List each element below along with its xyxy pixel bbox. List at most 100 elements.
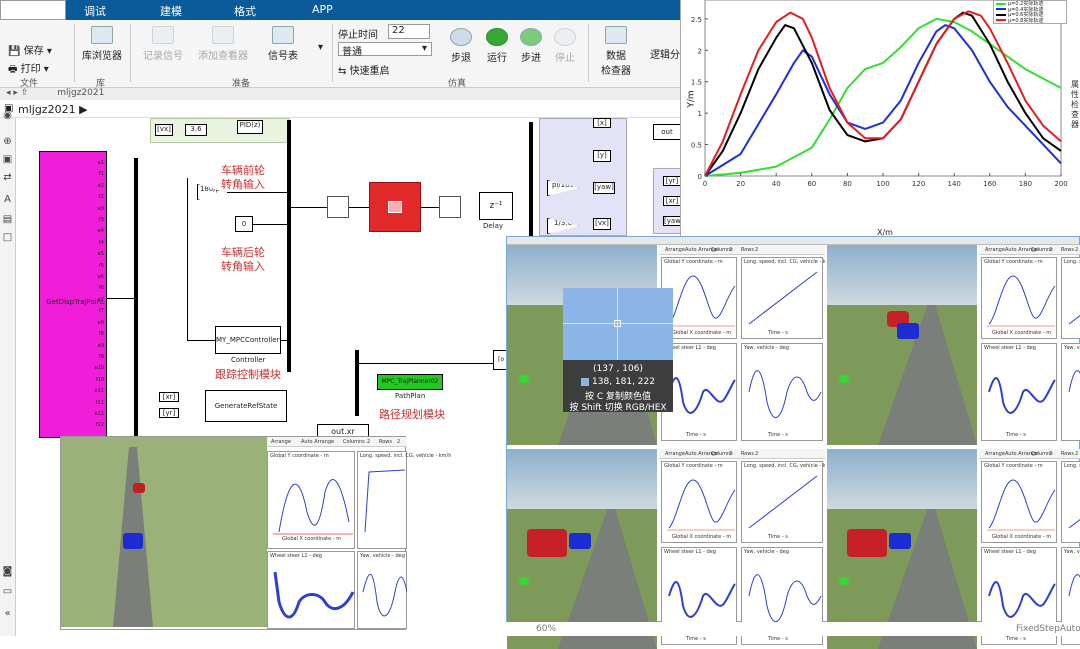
wire [107, 298, 134, 299]
delay-block[interactable]: z⁻¹ [479, 192, 513, 220]
getdisp-outport-f3: f3 [99, 217, 104, 224]
library-browser-button[interactable]: 库浏览器 [82, 26, 122, 62]
arrange-button[interactable]: Arrange [271, 439, 291, 445]
columns-value[interactable]: 2 [729, 247, 732, 253]
camera-icon[interactable]: ◙ [2, 566, 13, 577]
rows-value[interactable]: 2 [397, 439, 400, 445]
columns-value[interactable]: 2 [1049, 451, 1052, 457]
gain-36-block[interactable]: 3.6 [185, 124, 207, 136]
goto-x[interactable]: [x] [593, 118, 611, 128]
y-tick-label: 2 [698, 47, 702, 55]
getdisp-outport-e8: e8 [97, 319, 104, 326]
tab-app[interactable]: APP [312, 3, 333, 16]
area-icon[interactable]: □ [2, 232, 13, 243]
picker-zoom [563, 288, 673, 360]
blue-car [123, 533, 143, 549]
vehicle-model-block[interactable] [369, 182, 421, 232]
arrange-button[interactable]: Arrange [665, 451, 685, 457]
arrange-button[interactable]: Arrange [665, 247, 685, 253]
from-yaw[interactable]: [yaw] [663, 216, 681, 226]
step-forward-button[interactable]: 步进 [516, 28, 546, 64]
fast-restart-toggle[interactable]: ⇆ 快速重启 [338, 62, 390, 77]
signal-table-button[interactable]: 信号表 [262, 26, 304, 62]
mini-plot-steer: Wheel steer L1 - deg Time - s [981, 343, 1057, 441]
record-signal-button[interactable]: 记录信号 [140, 26, 186, 62]
address-text[interactable]: mljgz2021 [57, 88, 104, 98]
goto-y[interactable]: [y] [593, 150, 611, 162]
status-bar: 60% FixedStepAuto [506, 622, 1080, 636]
wire [281, 340, 287, 341]
sim-mode-select[interactable]: 普通 ▾ [338, 42, 432, 58]
out-block[interactable]: out [653, 124, 681, 140]
arrows-icon[interactable]: ⇄ [2, 172, 13, 183]
refstate-block[interactable]: GenerateRefState [205, 390, 287, 422]
columns-value[interactable]: 2 [367, 439, 370, 445]
getdisp-outport-f7: f7 [99, 308, 104, 315]
annotation-icon[interactable]: A [2, 194, 13, 205]
wire [349, 207, 369, 208]
getdisp-outport-f10: f10 [95, 376, 104, 383]
controller-block[interactable]: MY_MPCController02 [215, 326, 281, 354]
add-viewer-button[interactable]: 添加查看器 [196, 26, 250, 62]
x-tick-label: 180 [1019, 180, 1032, 188]
rows-value[interactable]: 2 [1075, 247, 1078, 253]
stop-time-input[interactable]: 22 [388, 24, 430, 39]
picker-swatch [581, 377, 589, 386]
breadcrumb-model[interactable]: mljgz2021 ▶ [18, 103, 88, 116]
y-tick-label: 1.5 [691, 79, 702, 87]
columns-value[interactable]: 2 [729, 451, 732, 457]
library-icon [91, 26, 113, 44]
from-xr[interactable]: [xr] [663, 196, 681, 206]
pid-block[interactable]: PID(z) [237, 120, 263, 134]
pathplan-block[interactable]: MPC_TrajPlanner02 [377, 374, 443, 390]
tab-debug[interactable]: 调试 [84, 3, 106, 19]
columns-value[interactable]: 2 [1049, 247, 1052, 253]
breadcrumb: ▣ mljgz2021 ▶ [0, 100, 680, 118]
tab-format[interactable]: 格式 [234, 3, 256, 19]
wire [421, 207, 439, 208]
step-back-button[interactable]: 步退 [446, 28, 476, 64]
table-icon [272, 26, 294, 44]
stop-button[interactable]: 停止 [550, 28, 580, 64]
sky [827, 449, 977, 509]
prepare-expand[interactable]: ▾ [318, 42, 323, 53]
rows-label: Rows [741, 451, 755, 457]
logic-analyzer-button[interactable]: 逻辑分 [650, 46, 680, 61]
rows-value[interactable]: 2 [755, 247, 758, 253]
data-inspector-button[interactable]: 数据 检查器 [596, 26, 636, 77]
rate-transition-1[interactable] [327, 196, 349, 218]
zoom-icon[interactable]: ⊕ [2, 136, 13, 147]
from-xr-block[interactable]: [xr] [159, 392, 179, 402]
hide-icon[interactable]: ◉ [2, 110, 13, 121]
from-yr[interactable]: [yr] [663, 176, 681, 186]
arrange-button[interactable]: Arrange [985, 247, 1005, 253]
auto-arrange-check[interactable]: Auto Arrange [301, 439, 334, 445]
record-view-icon[interactable]: ▭ [2, 586, 13, 597]
wire [227, 192, 287, 193]
mini-plot-speed: Long. speed, incl. CG, vehicle - km/h [357, 451, 451, 549]
collapse-icon[interactable]: « [2, 608, 13, 619]
getdisp-outport-f4: f4 [99, 239, 104, 246]
rows-value[interactable]: 2 [755, 451, 758, 457]
fit-view-icon[interactable]: ▣ [2, 154, 13, 165]
mini-plot-yaw: Yaw, vehicle - degTime - s [1061, 343, 1080, 441]
image-icon[interactable]: ▤ [2, 214, 13, 225]
front-steer-annotation: 车辆前轮 转角输入 [221, 164, 265, 191]
goto-vx[interactable]: [vx] [593, 218, 611, 230]
from-yr-block[interactable]: [yr] [159, 408, 179, 418]
getdisp-block[interactable]: GetDispTrajPoint e1 f1 e2 f2 e3 f3 e4 f4 e5 f5 e6 f… [39, 151, 107, 438]
port-vx-block[interactable]: [vx] [155, 124, 173, 136]
goto-yaw[interactable]: [yaw] [593, 182, 615, 194]
legend-label: μ=0.8实际轨迹 [1008, 17, 1044, 24]
rate-transition-2[interactable] [439, 196, 461, 218]
save-button[interactable]: 💾 保存 ▾ [8, 42, 52, 57]
tab-modeling[interactable]: 建模 [160, 3, 182, 19]
rows-value[interactable]: 2 [1075, 451, 1078, 457]
getdisp-outport-e7: e7 [97, 296, 104, 303]
arrange-button[interactable]: Arrange [985, 451, 1005, 457]
scope-toolbar: Arrange Auto Arrange Columns 2 Rows 2 [979, 449, 1080, 459]
run-button[interactable]: 运行 [482, 28, 512, 64]
scope-toolbar: Arrange Auto Arrange Columns 2 Rows 2 [659, 449, 825, 459]
const-0-block[interactable]: 0 [235, 216, 253, 232]
y-tick-label: 0 [698, 173, 702, 181]
